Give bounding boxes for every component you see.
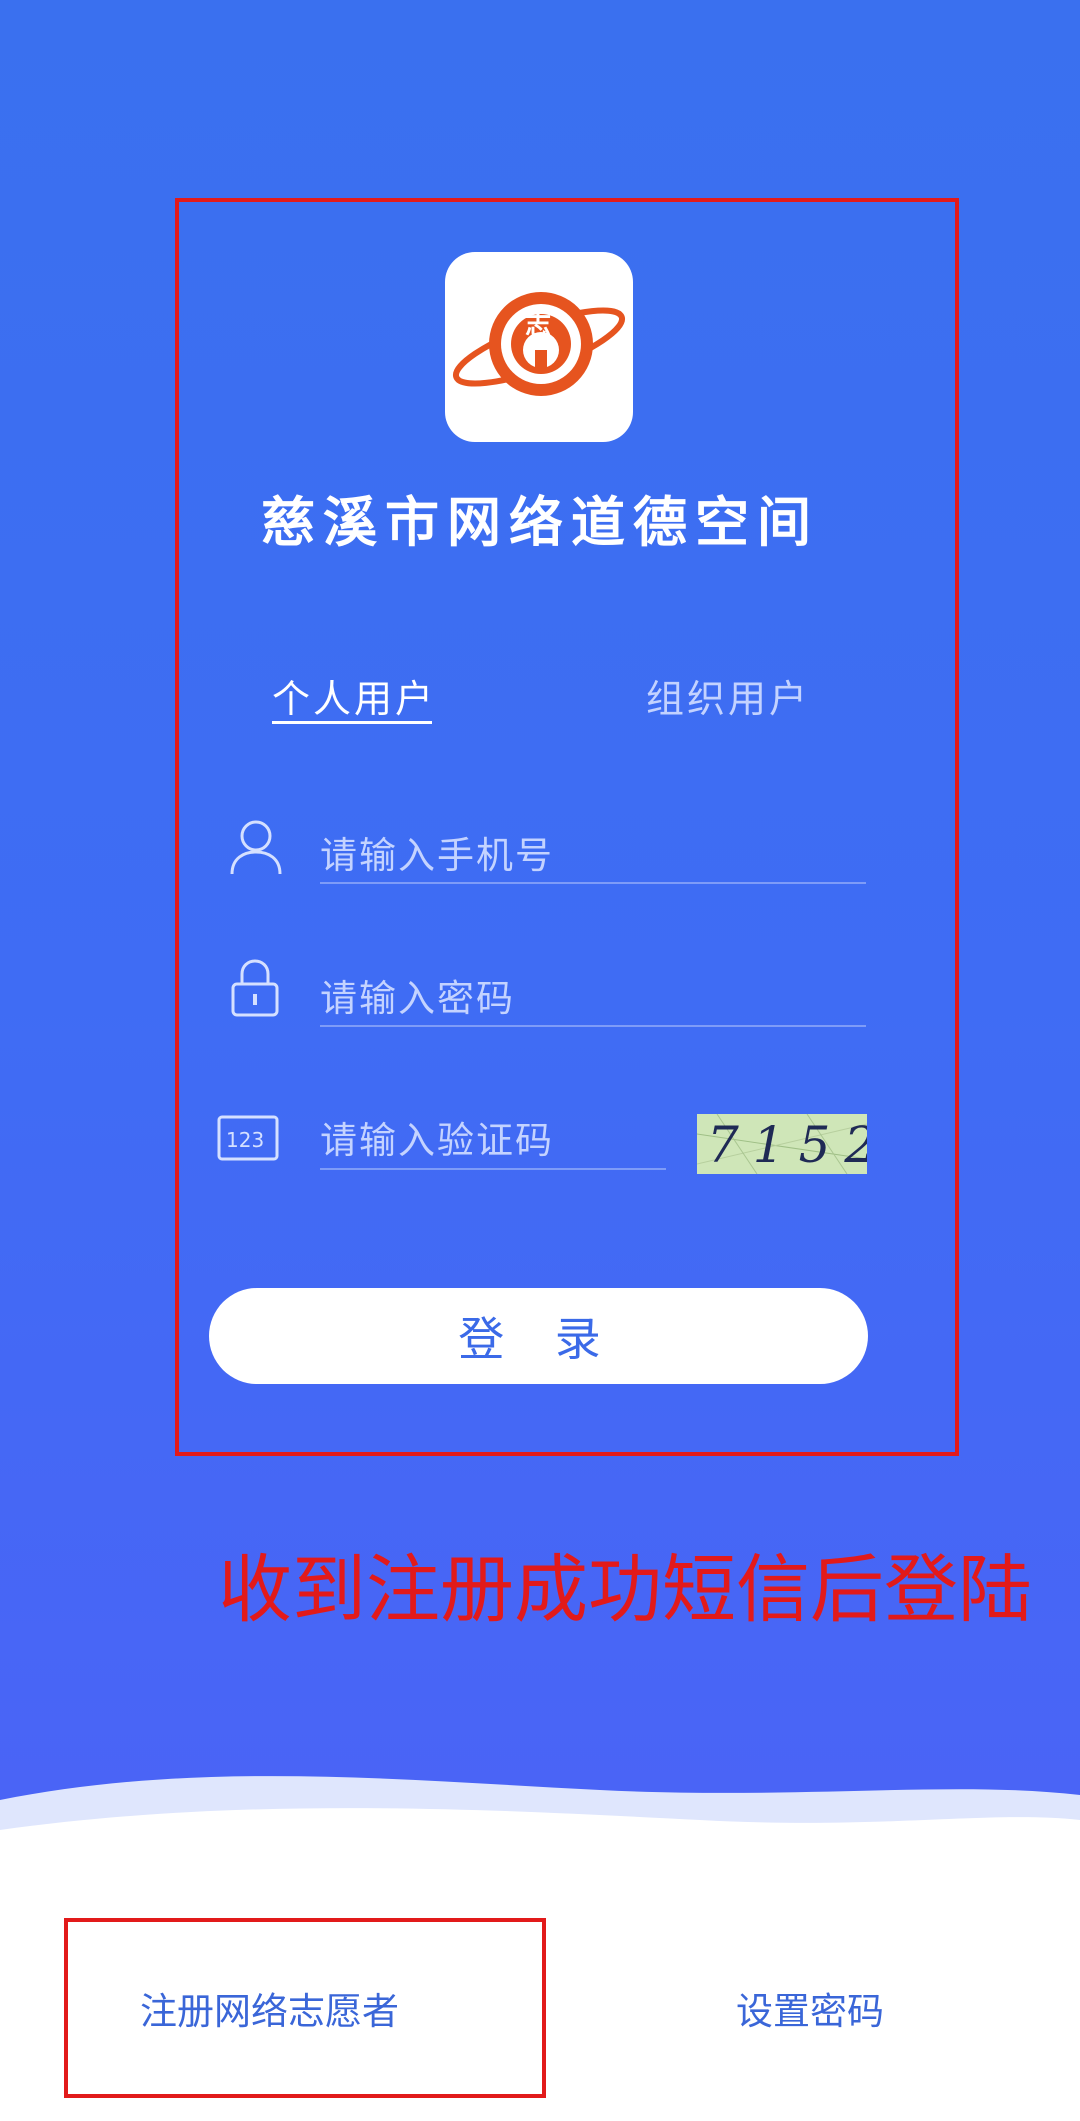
captcha-input-underline (320, 1168, 666, 1170)
svg-text:123: 123 (226, 1128, 264, 1152)
app-title: 慈溪市网络道德空间 (261, 491, 819, 554)
set-password-link[interactable]: 设置密码 (736, 1981, 884, 2035)
numeric-123-icon: 123 (217, 1115, 279, 1161)
captcha-image[interactable]: 7152 (697, 1114, 867, 1174)
svg-text:志: 志 (525, 311, 551, 341)
captcha-code: 7152 (707, 1116, 867, 1174)
phone-input[interactable]: 请输入手机号 (320, 825, 554, 879)
password-input[interactable]: 请输入密码 (320, 968, 515, 1022)
tab-personal-user[interactable]: 个人用户 (272, 668, 436, 723)
captcha-input[interactable]: 请输入验证码 (320, 1110, 554, 1164)
active-tab-indicator (272, 721, 432, 724)
phone-input-underline (320, 882, 866, 884)
app-logo: 志 (445, 252, 633, 442)
user-icon (230, 820, 282, 875)
volunteer-planet-logo-icon: 志 (452, 292, 626, 396)
wave-divider (0, 1776, 1080, 1880)
annotation-text: 收到注册成功短信后登陆 (218, 1547, 1032, 1633)
lock-icon (231, 959, 279, 1017)
password-input-underline (320, 1025, 866, 1027)
login-button[interactable]: 登 录 (209, 1288, 868, 1384)
register-volunteer-link[interactable]: 注册网络志愿者 (140, 1981, 399, 2035)
tab-organization-user[interactable]: 组织用户 (646, 668, 810, 723)
